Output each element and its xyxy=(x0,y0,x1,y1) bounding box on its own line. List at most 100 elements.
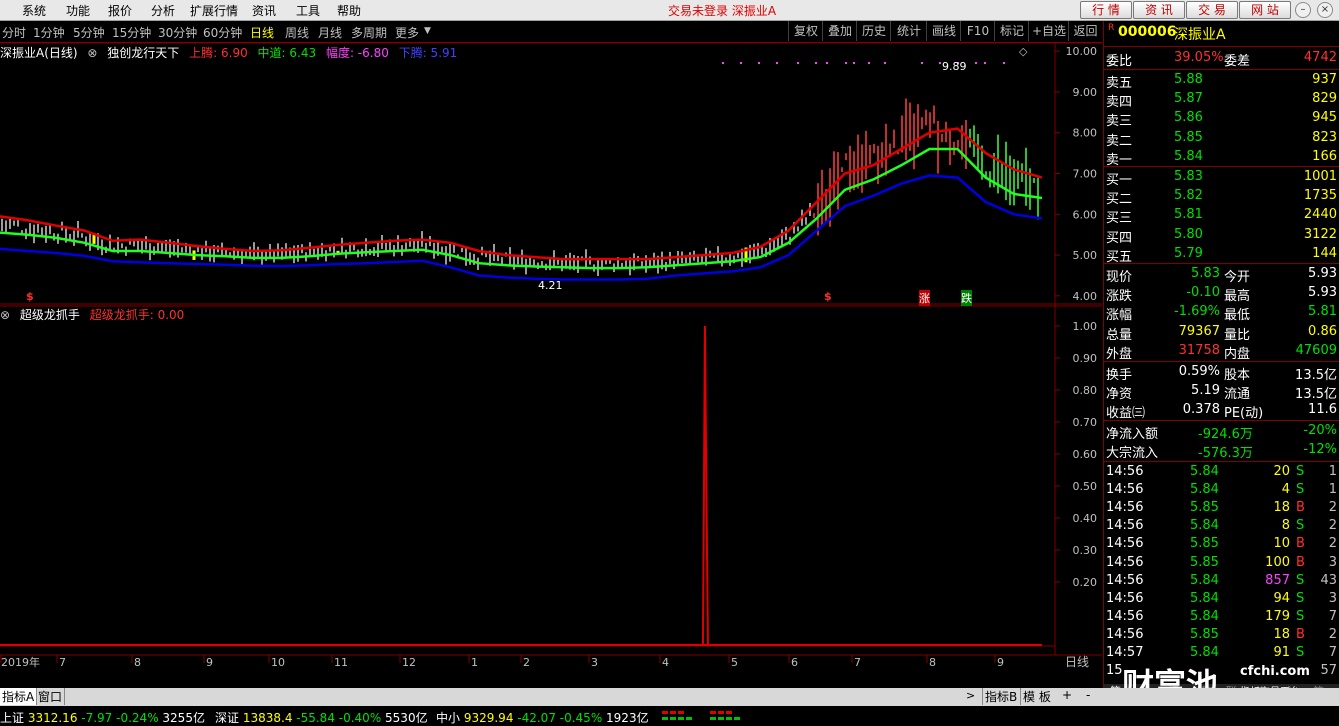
back-button[interactable]: 返回 xyxy=(1068,21,1102,41)
stats-button[interactable]: 统计 xyxy=(890,21,927,41)
weicha-value: 4742 xyxy=(1303,50,1337,65)
index-field: -0.24% xyxy=(112,711,159,725)
x-axis: 2019年 7 8 9 10 11 12 1 2 3 4 5 6 7 8 9 日线 xyxy=(0,655,1089,669)
sub-chart-header: ⊗ 超级龙抓手 超级龙抓手: 0.00 xyxy=(0,306,190,322)
bid-volume: 1001 xyxy=(1303,169,1337,184)
menu-tools[interactable]: 工具 xyxy=(296,2,320,19)
tab-30min[interactable]: 30分钟 xyxy=(158,24,197,41)
indicator-toggle-icon[interactable]: ⊗ xyxy=(0,308,10,322)
tab-timeshare[interactable]: 分时 xyxy=(2,24,26,41)
tick-side: S xyxy=(1296,518,1305,534)
bid-row: 买五 5.79 144 xyxy=(1104,245,1339,265)
overlay-button[interactable]: 叠加 xyxy=(822,21,857,41)
ask-volume: 166 xyxy=(1312,148,1337,164)
index-item[interactable]: 上证 3312.16 -7.97 -0.24% 3255亿 xyxy=(0,709,205,726)
stat-row: 涨跌 -0.10 最高 5.93 xyxy=(1104,284,1339,304)
more-dropdown-icon[interactable]: ▼ xyxy=(424,26,431,36)
quote-button[interactable]: 行 情 xyxy=(1080,1,1132,19)
tab-1min[interactable]: 1分钟 xyxy=(33,24,65,41)
menu-function[interactable]: 功能 xyxy=(66,2,90,19)
diamond-icon[interactable]: ◇ xyxy=(1019,45,1027,58)
scroll-right-icon[interactable]: > xyxy=(966,689,975,702)
menu-quote[interactable]: 报价 xyxy=(108,2,132,19)
tick-time: 14:56 xyxy=(1106,518,1144,534)
tick-volume: 10 xyxy=(1273,536,1290,552)
minimize-icon[interactable]: – xyxy=(1295,2,1311,18)
ask-level-label: 卖二 xyxy=(1106,133,1133,149)
r-icon: R xyxy=(1108,23,1115,33)
y-tick-label: 10.00 xyxy=(1066,45,1098,58)
adjust-button[interactable]: 复权 xyxy=(788,21,823,41)
tick-count: 7 xyxy=(1328,645,1337,660)
tick-count: 3 xyxy=(1328,590,1337,606)
stat-value: 0.59% xyxy=(1178,364,1220,379)
zoom-in-button[interactable]: + xyxy=(1062,688,1072,702)
tick-side: S xyxy=(1296,645,1305,660)
tab-template[interactable]: 模 板 xyxy=(1020,688,1053,705)
sub-indicator-name[interactable]: 超级龙抓手 xyxy=(20,308,80,322)
tick-row: 14:56 5.84 20 S 1 xyxy=(1104,463,1339,482)
tick-side: B xyxy=(1296,536,1305,552)
menu-news[interactable]: 资讯 xyxy=(252,2,276,19)
website-button[interactable]: 网 站 xyxy=(1239,1,1291,19)
tick-side: B xyxy=(1296,500,1305,516)
news-button[interactable]: 资 讯 xyxy=(1133,1,1185,19)
main-indicator-name[interactable]: 独创龙行天下 xyxy=(107,46,179,60)
tab-indicator-b[interactable]: 指标B xyxy=(982,688,1019,705)
tick-count: 2 xyxy=(1328,518,1337,534)
tick-volume: 179 xyxy=(1265,608,1290,624)
tab-60min[interactable]: 60分钟 xyxy=(203,24,242,41)
bid-level-label: 买五 xyxy=(1106,249,1133,265)
tab-more[interactable]: 更多 xyxy=(395,24,419,41)
stat-value: 13.5亿 xyxy=(1295,368,1337,383)
history-button[interactable]: 历史 xyxy=(856,21,891,41)
y-tick-label: 0.90 xyxy=(1073,352,1098,365)
tab-15min[interactable]: 15分钟 xyxy=(112,24,151,41)
tick-side: S xyxy=(1296,482,1305,498)
tab-multi-period[interactable]: 多周期 xyxy=(351,24,387,41)
tick-price: 5.84 xyxy=(1190,482,1219,498)
tick-price: 5.84 xyxy=(1190,608,1219,624)
tab-indicator-a[interactable]: 指标A xyxy=(0,688,38,705)
index-item[interactable]: 深证 13838.4 -55.84 -0.40% 5530亿 xyxy=(215,709,428,726)
index-field: 中小 xyxy=(436,711,461,725)
menu-help[interactable]: 帮助 xyxy=(337,2,361,19)
low-price-mark: 4.21 xyxy=(538,279,563,292)
stat-label: 现价 xyxy=(1106,270,1133,285)
tick-count: 1 xyxy=(1328,464,1337,479)
indicator-spike xyxy=(701,325,709,646)
index-item[interactable]: 中小 9329.94 -42.07 -0.45% 1923亿 xyxy=(436,709,649,726)
menu-system[interactable]: 系统 xyxy=(22,2,46,19)
tick-time: 14:56 xyxy=(1106,590,1144,606)
indicator-toggle-icon[interactable]: ⊗ xyxy=(87,46,97,60)
tab-weekly[interactable]: 周线 xyxy=(285,24,309,41)
add-favorite-button[interactable]: +自选 xyxy=(1028,21,1069,41)
trade-button[interactable]: 交 易 xyxy=(1186,1,1238,19)
tick-price: 5.84 xyxy=(1190,590,1219,606)
tab-5min[interactable]: 5分钟 xyxy=(73,24,105,41)
bid-volume: 1735 xyxy=(1303,188,1337,204)
flow-row: 净流入额 -924.6万 -20% xyxy=(1104,422,1339,442)
flow-label: 净流入额 xyxy=(1106,427,1159,442)
draw-button[interactable]: 画线 xyxy=(926,21,961,41)
fall-mark: 跌 xyxy=(961,290,972,306)
x-tick-label: 1 xyxy=(471,656,478,669)
close-icon[interactable]: × xyxy=(1317,2,1333,18)
y-tick-label: 7.00 xyxy=(1073,168,1098,181)
ask-price: 5.85 xyxy=(1174,129,1203,145)
x-tick-label: 3 xyxy=(591,656,598,669)
f10-button[interactable]: F10 xyxy=(960,21,995,41)
tick-count: 3 xyxy=(1328,554,1337,570)
bid-level-label: 买一 xyxy=(1106,173,1133,188)
tab-daily[interactable]: 日线 xyxy=(250,24,274,41)
stat-row: 换手 0.59% 股本 13.5亿 xyxy=(1104,363,1339,383)
tab-window[interactable]: 窗口 xyxy=(36,688,66,705)
tick-count: 2 xyxy=(1328,626,1337,642)
chart-area[interactable]: 10.00 9.00 8.00 7.00 6.00 5.00 4.00 1.00 0.90 0.… xyxy=(0,43,1102,688)
mark-button[interactable]: 标记 xyxy=(994,21,1029,41)
menu-extended[interactable]: 扩展行情 xyxy=(190,2,238,19)
tick-time: 14:56 xyxy=(1106,608,1144,624)
tab-monthly[interactable]: 月线 xyxy=(318,24,342,41)
zoom-out-button[interactable]: - xyxy=(1086,688,1090,702)
menu-analysis[interactable]: 分析 xyxy=(151,2,175,19)
